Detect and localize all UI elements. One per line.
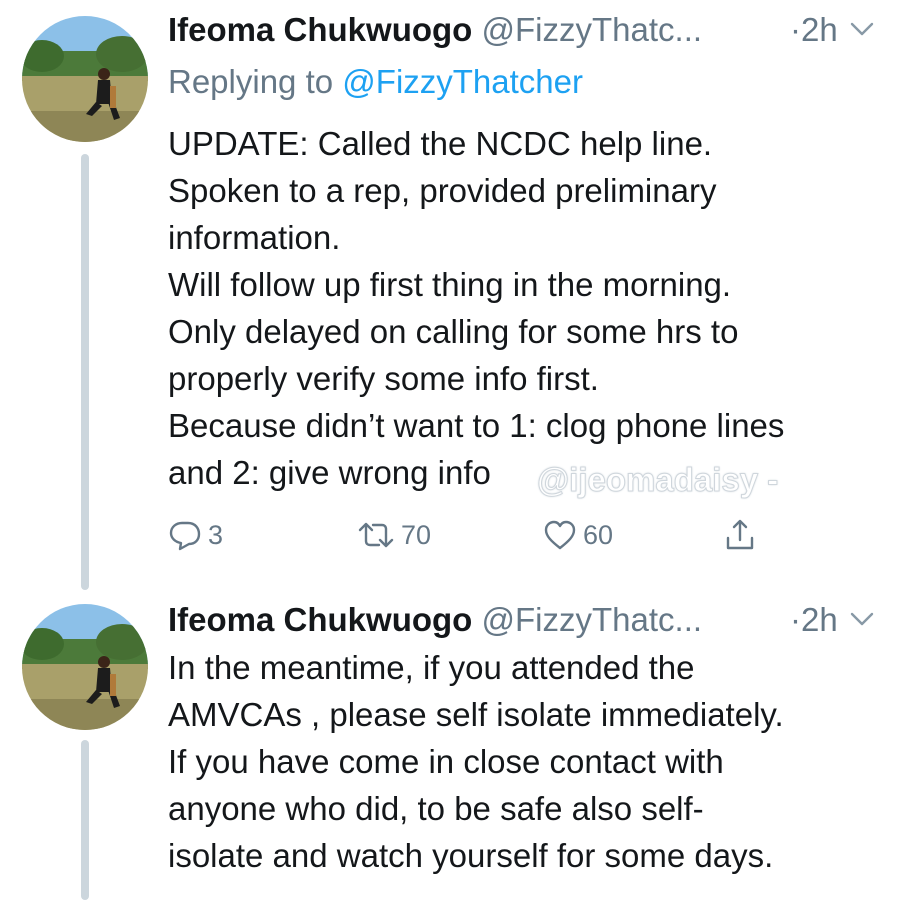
avatar[interactable] [22,16,148,142]
replying-prefix: Replying to [168,63,334,100]
retweet-button[interactable]: 70 [357,515,431,555]
tweet-text-line: If you have come in close contact with [168,743,724,780]
share-button[interactable] [724,515,756,555]
chevron-down-icon[interactable] [849,610,875,630]
like-count: 60 [583,519,614,550]
separator: · [790,601,801,638]
tweet-text-line: Spoken to a rep, provided preliminary [168,172,717,209]
user-name[interactable]: Ifeoma Chukwuogo [168,11,472,48]
timestamp[interactable]: ·2h [790,10,838,50]
time-label[interactable]: 2h [801,601,838,638]
user-handle[interactable]: @FizzyThatc... [482,601,703,638]
tweet-text-line: properly verify some info first. [168,360,599,397]
like-button[interactable]: 60 [543,515,613,555]
retweet-icon [357,520,395,550]
tweet-text-line: UPDATE: Called the NCDC help line. [168,125,713,162]
user-handle[interactable]: @FizzyThatc... [482,11,703,48]
thread-line [81,154,89,590]
thread-line [81,740,89,900]
tweet-header: Ifeoma Chukwuogo @FizzyThatc... [168,600,702,640]
tweet-text-line: Will follow up first thing in the mornin… [168,266,732,303]
replying-to: Replying to @FizzyThatcher [168,62,583,102]
timestamp[interactable]: ·2h [790,600,838,640]
retweet-count: 70 [401,519,432,550]
tweet-text-line: Because didn’t want to 1: clog phone lin… [168,407,785,444]
tweet-text-line: Only delayed on calling for some hrs to [168,313,739,350]
separator: · [790,11,801,48]
tweet-text-line: AMVCAs , please self isolate immediately… [168,696,784,733]
share-icon [724,518,756,552]
replying-handle-link[interactable]: @FizzyThatcher [342,63,583,100]
tweet-text-line: information. [168,219,341,256]
chevron-down-icon[interactable] [849,20,875,40]
like-icon [543,519,577,551]
tweet-text-line: In the meantime, if you attended the [168,649,695,686]
time-label[interactable]: 2h [801,11,838,48]
tweet-text-line: anyone who did, to be safe also self- [168,790,704,827]
reply-icon [168,519,202,551]
tweet-1[interactable]: Ifeoma Chukwuogo @FizzyThatc... ·2h Repl… [0,0,900,590]
tweet-text-line: isolate and watch yourself for some days… [168,837,774,874]
avatar[interactable] [22,604,148,730]
tweet-2[interactable]: Ifeoma Chukwuogo @FizzyThatc... ·2h In t… [0,592,900,900]
tweet-header: Ifeoma Chukwuogo @FizzyThatc... [168,10,702,50]
user-name[interactable]: Ifeoma Chukwuogo [168,601,472,638]
reply-button[interactable]: 3 [168,515,223,555]
tweet-text-line: and 2: give wrong info [168,454,491,491]
reply-count: 3 [208,519,224,550]
watermark: @ijeomadaisy - [536,461,779,499]
